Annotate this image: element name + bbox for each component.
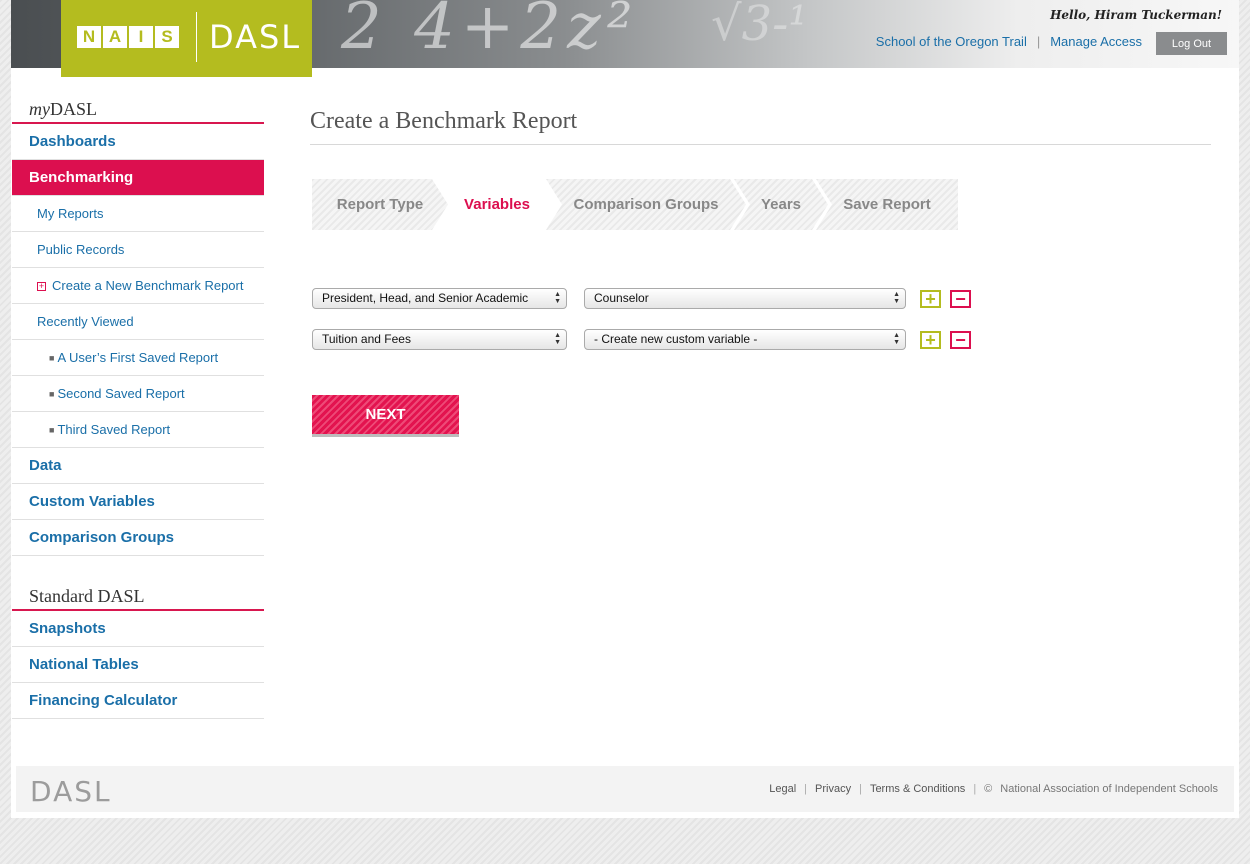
add-row-button[interactable]: + bbox=[920, 329, 941, 350]
variable-select[interactable]: Counselor ▲ ▼ bbox=[584, 288, 906, 309]
chalkboard-text-2: √3-¹ bbox=[711, 0, 808, 52]
plus-icon: + bbox=[925, 288, 936, 309]
remove-row-button[interactable]: − bbox=[950, 288, 971, 309]
select-arrows-icon: ▲ ▼ bbox=[893, 291, 900, 305]
bullet-icon: ■ bbox=[49, 425, 55, 435]
dasl-logo[interactable]: N A I S DASL bbox=[61, 0, 312, 77]
sidebar: myDASL Dashboards Benchmarking My Report… bbox=[12, 95, 264, 719]
sidebar-item-recently-viewed[interactable]: Recently Viewed bbox=[12, 304, 264, 340]
remove-row-button[interactable]: − bbox=[950, 329, 971, 350]
select-value: - Create new custom variable - bbox=[594, 332, 758, 346]
bullet-icon: ■ bbox=[49, 389, 55, 399]
title-suffix: DASL bbox=[50, 99, 98, 119]
separator: | bbox=[804, 783, 808, 795]
variable-category-select[interactable]: President, Head, and Senior Academic ▲ ▼ bbox=[312, 288, 567, 309]
sidebar-item-benchmarking[interactable]: Benchmarking bbox=[12, 160, 264, 196]
step-report-type[interactable]: Report Type bbox=[312, 179, 448, 230]
sidebar-item-snapshots[interactable]: Snapshots bbox=[12, 611, 264, 647]
copyright-icon: © bbox=[984, 783, 993, 795]
logo-divider bbox=[196, 12, 197, 62]
sidebar-item-national-tables[interactable]: National Tables bbox=[12, 647, 264, 683]
footer-links: Legal | Privacy | Terms & Conditions | ©… bbox=[769, 783, 1218, 795]
sidebar-item-dashboards[interactable]: Dashboards bbox=[12, 124, 264, 160]
sidebar-item-label: Third Saved Report bbox=[57, 422, 171, 437]
main-content: Create a Benchmark Report Report Type Va… bbox=[310, 108, 1211, 437]
variable-row: President, Head, and Senior Academic ▲ ▼ C… bbox=[312, 288, 971, 309]
sidebar-item-comparison-groups[interactable]: Comparison Groups bbox=[12, 520, 264, 556]
sidebar-item-label: Create a New Benchmark Report bbox=[52, 278, 244, 293]
chalkboard-text: 2 4+2z² bbox=[341, 0, 639, 64]
sidebar-item-recent-report[interactable]: ■ Third Saved Report bbox=[12, 412, 264, 448]
logo-letter: N bbox=[77, 26, 101, 48]
standard-dasl-section-title: Standard DASL bbox=[12, 582, 264, 611]
school-link[interactable]: School of the Oregon Trail bbox=[876, 34, 1027, 49]
manage-access-link[interactable]: Manage Access bbox=[1050, 34, 1142, 49]
select-value: Tuition and Fees bbox=[322, 332, 411, 346]
bullet-icon: ■ bbox=[49, 353, 55, 363]
step-comparison-groups[interactable]: Comparison Groups bbox=[546, 179, 746, 230]
minus-icon: − bbox=[955, 329, 966, 350]
wizard-steps: Report Type Variables Comparison Groups … bbox=[312, 179, 958, 230]
sidebar-item-public-records[interactable]: Public Records bbox=[12, 232, 264, 268]
sidebar-item-my-reports[interactable]: My Reports bbox=[12, 196, 264, 232]
logo-text: DASL bbox=[209, 18, 302, 56]
select-arrows-icon: ▲ ▼ bbox=[893, 332, 900, 346]
step-years[interactable]: Years bbox=[734, 179, 828, 230]
copyright-org: National Association of Independent Scho… bbox=[1000, 783, 1218, 795]
page: 2 4+2z² √3-¹ Hello, Hiram Tuckerman! Sch… bbox=[11, 0, 1239, 818]
page-title: Create a Benchmark Report bbox=[310, 108, 1211, 145]
sidebar-item-financing-calculator[interactable]: Financing Calculator bbox=[12, 683, 264, 719]
plus-icon: + bbox=[925, 329, 936, 350]
separator: | bbox=[859, 783, 862, 795]
select-arrows-icon: ▲ ▼ bbox=[554, 291, 561, 305]
variable-row: Tuition and Fees ▲ ▼ - Create new custom v… bbox=[312, 329, 971, 350]
terms-link[interactable]: Terms & Conditions bbox=[870, 783, 965, 795]
add-row-button[interactable]: + bbox=[920, 288, 941, 309]
mydasl-section-title: myDASL bbox=[12, 95, 264, 124]
logo-letter: S bbox=[155, 26, 179, 48]
logo-letter: A bbox=[103, 26, 127, 48]
top-nav: School of the Oregon Trail | Manage Acce… bbox=[876, 34, 1142, 49]
privacy-link[interactable]: Privacy bbox=[815, 783, 851, 795]
sidebar-item-label: Second Saved Report bbox=[57, 386, 185, 401]
title-prefix: my bbox=[29, 99, 50, 119]
greeting: Hello, Hiram Tuckerman! bbox=[1050, 8, 1222, 22]
select-value: Counselor bbox=[594, 291, 649, 305]
variable-category-select[interactable]: Tuition and Fees ▲ ▼ bbox=[312, 329, 567, 350]
separator: | bbox=[1036, 34, 1041, 49]
sidebar-item-recent-report[interactable]: ■ Second Saved Report bbox=[12, 376, 264, 412]
separator: | bbox=[973, 783, 977, 795]
logout-button[interactable]: Log Out bbox=[1156, 32, 1227, 55]
minus-icon: − bbox=[955, 288, 966, 309]
step-variables[interactable]: Variables bbox=[436, 179, 558, 230]
sidebar-item-data[interactable]: Data bbox=[12, 448, 264, 484]
footer: DASL Legal | Privacy | Terms & Condition… bbox=[16, 766, 1234, 812]
footer-logo: DASL bbox=[30, 775, 112, 808]
select-arrows-icon: ▲ ▼ bbox=[554, 332, 561, 346]
sidebar-item-label: A User’s First Saved Report bbox=[57, 350, 219, 365]
select-value: President, Head, and Senior Academic bbox=[322, 291, 529, 305]
legal-link[interactable]: Legal bbox=[769, 783, 796, 795]
sidebar-item-recent-report[interactable]: ■ A User’s First Saved Report bbox=[12, 340, 264, 376]
step-save-report[interactable]: Save Report bbox=[816, 179, 958, 230]
variable-select[interactable]: - Create new custom variable - ▲ ▼ bbox=[584, 329, 906, 350]
nais-logo-mark: N A I S bbox=[77, 26, 179, 48]
sidebar-item-custom-variables[interactable]: Custom Variables bbox=[12, 484, 264, 520]
sidebar-item-create-new[interactable]: + Create a New Benchmark Report bbox=[12, 268, 264, 304]
next-button[interactable]: NEXT bbox=[312, 395, 459, 437]
logo-letter: I bbox=[129, 26, 153, 48]
plus-icon: + bbox=[37, 281, 46, 291]
